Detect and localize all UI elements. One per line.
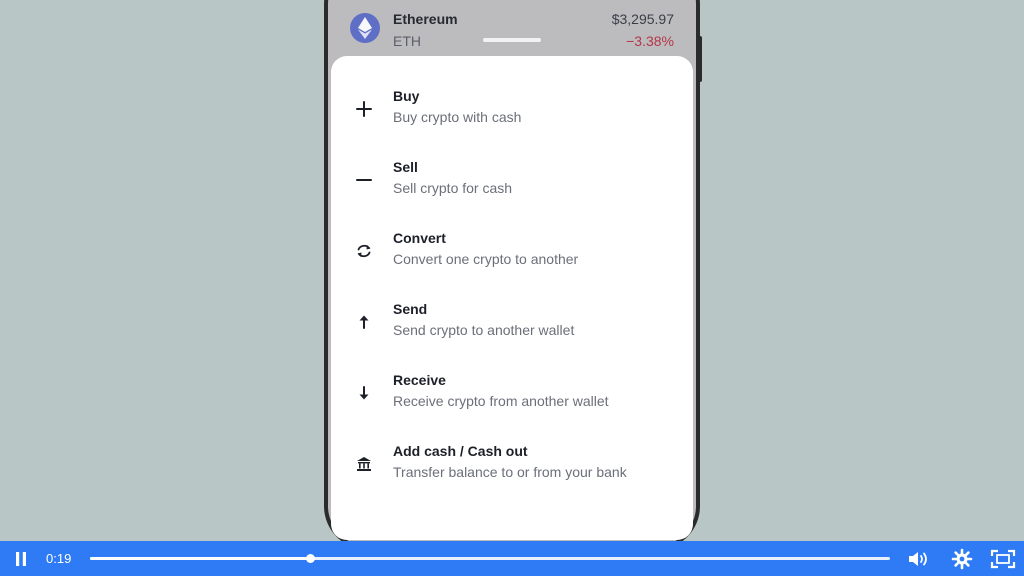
menu-item-subtitle: Receive crypto from another wallet [393, 393, 609, 409]
fullscreen-icon [990, 549, 1016, 568]
menu-item-receive[interactable]: Receive Receive crypto from another wall… [331, 369, 693, 431]
asset-row-ethereum[interactable]: Ethereum ETH $3,295.97 −3.38% [332, 0, 692, 56]
menu-item-title: Add cash / Cash out [393, 443, 528, 459]
menu-item-subtitle: Send crypto to another wallet [393, 322, 575, 338]
asset-name: Ethereum [393, 11, 458, 27]
menu-item-send[interactable]: Send Send crypto to another wallet [331, 298, 693, 360]
current-time: 0:19 [46, 551, 72, 566]
minus-icon [353, 169, 375, 191]
progress-fill [90, 557, 310, 560]
menu-item-buy[interactable]: Buy Buy crypto with cash [331, 85, 693, 147]
asset-change: −3.38% [626, 33, 674, 49]
video-frame: Ethereum ETH $3,295.97 −3.38% Buy Buy cr… [0, 0, 1024, 541]
menu-item-add-cash[interactable]: Add cash / Cash out Transfer balance to … [331, 440, 693, 502]
volume-icon [909, 551, 927, 566]
arrow-up-icon [353, 311, 375, 333]
menu-item-subtitle: Buy crypto with cash [393, 109, 522, 125]
menu-item-title: Buy [393, 88, 420, 104]
menu-item-subtitle: Sell crypto for cash [393, 180, 513, 196]
video-player-controls: 0:19 [0, 541, 1024, 576]
asset-price: $3,295.97 [611, 11, 674, 27]
ethereum-icon [350, 13, 380, 43]
refresh-icon [353, 240, 375, 262]
menu-item-subtitle: Transfer balance to or from your bank [393, 464, 627, 480]
menu-item-convert[interactable]: Convert Convert one crypto to another [331, 227, 693, 289]
asset-symbol: ETH [393, 33, 421, 49]
plus-icon [353, 98, 375, 120]
progress-bar[interactable] [90, 554, 890, 563]
pause-button[interactable] [8, 541, 34, 576]
menu-item-subtitle: Convert one crypto to another [393, 251, 579, 267]
menu-item-title: Receive [393, 372, 446, 388]
menu-item-title: Send [393, 301, 428, 317]
settings-button[interactable] [948, 541, 976, 576]
menu-item-title: Sell [393, 159, 418, 175]
volume-button[interactable] [904, 541, 934, 576]
progress-thumb[interactable] [306, 554, 315, 563]
actions-bottom-sheet: Buy Buy crypto with cash Sell Sell crypt… [331, 56, 693, 540]
sheet-grabber-handle[interactable] [483, 38, 541, 42]
arrow-down-icon [353, 382, 375, 404]
phone-side-button [698, 36, 702, 82]
pause-icon [16, 551, 26, 566]
menu-item-sell[interactable]: Sell Sell crypto for cash [331, 156, 693, 218]
fullscreen-button[interactable] [988, 541, 1018, 576]
bank-icon [353, 453, 375, 475]
menu-item-title: Convert [393, 230, 446, 246]
settings-gear-icon [951, 548, 973, 569]
